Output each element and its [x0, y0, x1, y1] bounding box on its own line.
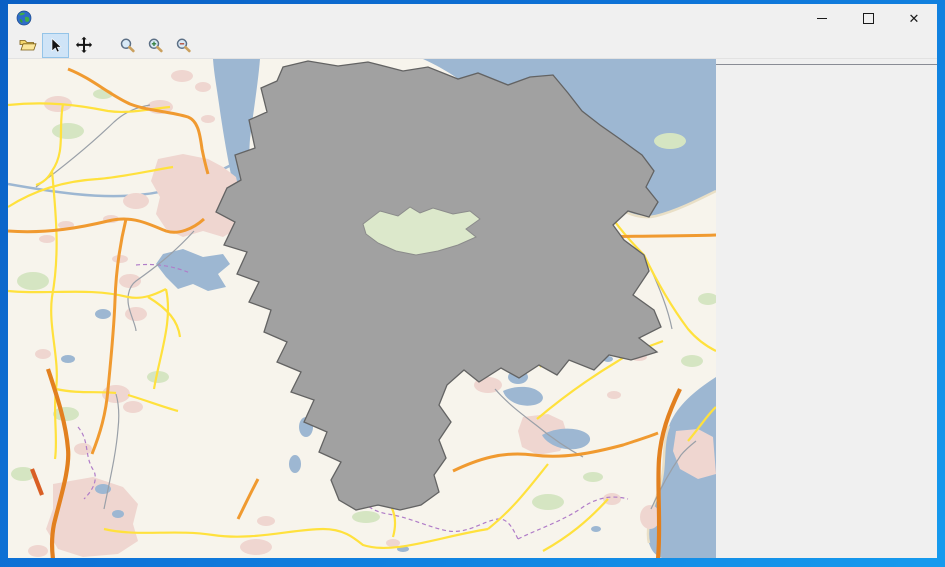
zoom-out-icon [175, 37, 192, 54]
open-folder-icon [19, 37, 37, 53]
open-file-button[interactable] [14, 33, 41, 58]
layer-panel [716, 64, 937, 558]
select-tool-button[interactable] [42, 33, 69, 58]
toolbar [8, 32, 937, 59]
titlebar: ✕ [8, 4, 937, 32]
map-canvas[interactable] [8, 59, 716, 558]
zoom-in-icon [147, 37, 164, 54]
globe-app-icon [16, 10, 32, 26]
map-labels-layer [8, 59, 716, 558]
zoom-out-button[interactable] [170, 33, 197, 58]
select-cursor-icon [47, 37, 64, 54]
pan-tool-button[interactable] [70, 33, 97, 58]
zoom-window-button[interactable] [114, 33, 141, 58]
close-icon: ✕ [909, 12, 920, 25]
window-frame: ✕ [0, 0, 945, 567]
maximize-button[interactable] [845, 4, 891, 32]
main-content [8, 59, 937, 558]
zoom-window-icon [119, 37, 136, 54]
minimize-icon [817, 18, 827, 19]
minimize-button[interactable] [799, 4, 845, 32]
maximize-icon [863, 13, 874, 24]
zoom-in-button[interactable] [142, 33, 169, 58]
app-window: ✕ [8, 4, 937, 558]
pan-arrows-icon [75, 36, 93, 54]
close-button[interactable]: ✕ [891, 4, 937, 32]
